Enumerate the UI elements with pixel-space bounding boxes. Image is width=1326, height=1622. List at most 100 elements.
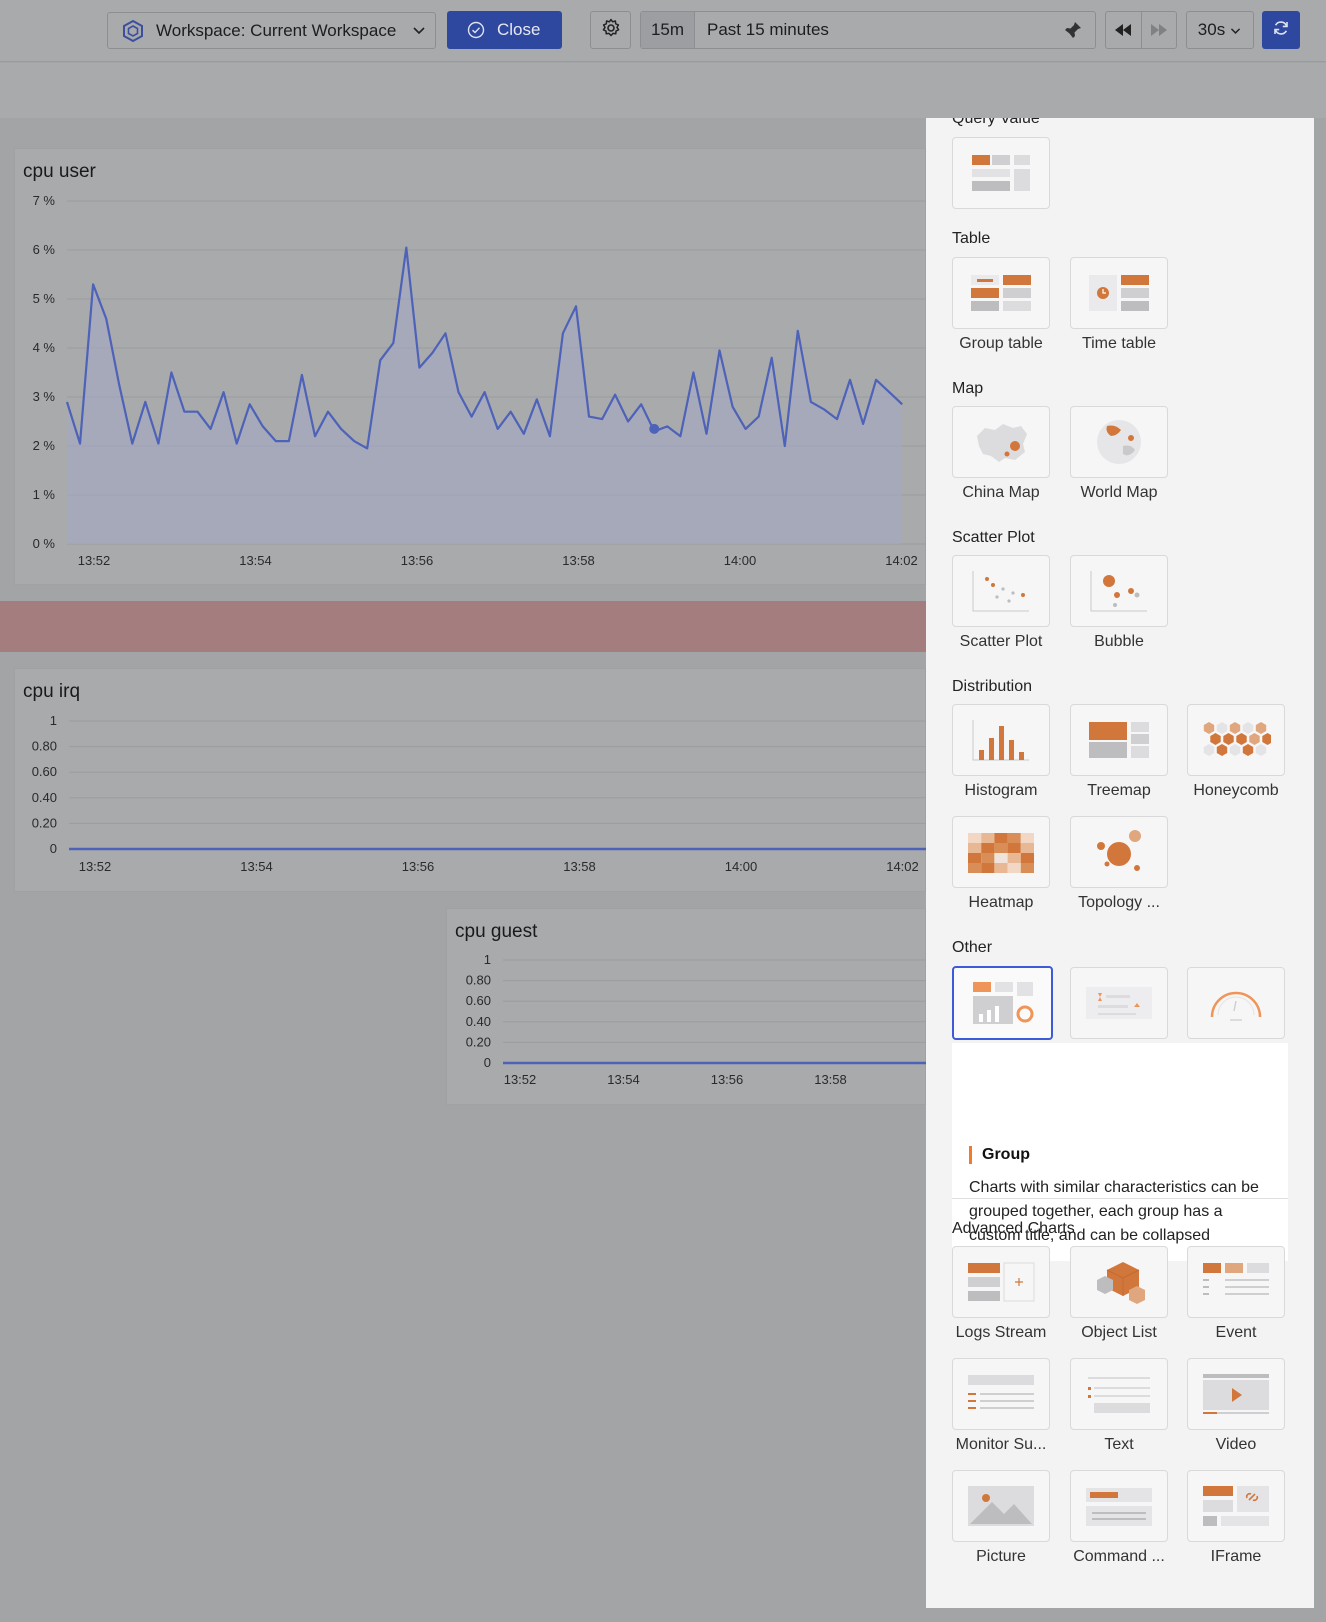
y-tick-label: 0 % (33, 536, 56, 551)
x-tick-label: 14:00 (724, 553, 757, 568)
chart-card-cpu-guest[interactable]: 10.800.600.400.20013:5213:5413:5613:5814… (446, 908, 927, 1105)
honeycomb-cell (1216, 744, 1228, 756)
honeycomb-thumbnail-icon (1203, 722, 1271, 756)
tile-time-table[interactable] (1070, 257, 1168, 329)
refresh-button[interactable] (1262, 11, 1300, 49)
tooltip-title: Group (969, 1146, 1030, 1164)
settings-button[interactable] (590, 11, 631, 49)
tile-honeycomb[interactable] (1187, 704, 1285, 776)
tile-text[interactable] (1070, 1358, 1168, 1430)
histogram-thumbnail-icon (972, 720, 1029, 761)
refresh-interval-select[interactable]: 30s (1186, 11, 1254, 49)
time-range-picker[interactable]: 15m Past 15 minutes (640, 11, 1096, 49)
tile-topology[interactable] (1070, 816, 1168, 888)
heatmap-cell (994, 843, 1008, 853)
tile-treemap[interactable] (1070, 704, 1168, 776)
bubble-thumbnail-icon (1090, 571, 1147, 612)
y-tick-label: 0 (50, 841, 57, 856)
workspace-select[interactable]: Workspace: Current Workspace (107, 12, 436, 49)
honeycomb-cell (1249, 733, 1260, 745)
tile-histogram[interactable] (952, 704, 1050, 776)
chart-card-cpu-user[interactable]: 7 % 6 % 5 % 4 % 3 % 2 % 1 % 0 % 13:52 13:54 13:56 1… (14, 148, 927, 585)
tile-bubble[interactable] (1070, 555, 1168, 627)
tile-china-map[interactable] (952, 406, 1050, 478)
heatmap-cell (1020, 833, 1034, 843)
tile-single-stat[interactable] (1070, 967, 1168, 1039)
honeycomb-cell (1223, 733, 1234, 745)
forward-icon[interactable] (1142, 12, 1177, 48)
y-tick-label: 5 % (33, 291, 56, 306)
x-tick-label: 13:58 (563, 859, 596, 874)
tile-label: Group table (959, 335, 1043, 352)
tile-event[interactable] (1187, 1246, 1285, 1318)
tile-monitor[interactable] (952, 1358, 1050, 1430)
tile-video[interactable] (1187, 1358, 1285, 1430)
tile-group-table[interactable] (952, 257, 1050, 329)
x-tick-label: 13:56 (711, 1072, 744, 1087)
y-tick-label: 1 (50, 713, 57, 728)
honeycomb-cell (1255, 722, 1267, 734)
section-title-table: Table (952, 230, 991, 247)
tile-scatter-plot[interactable] (952, 555, 1050, 627)
honeycomb-cell (1210, 733, 1221, 745)
honeycomb-cell (1255, 744, 1267, 756)
honeycomb-cell (1242, 722, 1254, 734)
x-tick-label: 13:58 (814, 1072, 847, 1087)
chevron-down-icon (411, 22, 427, 43)
tile-group[interactable] (952, 966, 1053, 1040)
x-tick-label: 13:52 (78, 553, 111, 568)
heatmap-cell (981, 863, 995, 873)
heatmap-thumbnail-icon (968, 833, 1034, 873)
tile-gauge[interactable] (1187, 967, 1285, 1039)
heatmap-cell (981, 843, 995, 853)
tile-label: Logs Stream (955, 1324, 1047, 1341)
command-thumbnail-icon (1086, 1488, 1152, 1526)
hover-point[interactable] (649, 423, 660, 434)
x-tick-label: 13:52 (79, 859, 112, 874)
tile-label: World Map (1080, 484, 1158, 501)
heatmap-cell (994, 863, 1008, 873)
tile-logs-stream[interactable] (952, 1246, 1050, 1318)
tile-iframe[interactable] (1187, 1470, 1285, 1542)
tile-label: IFrame (1210, 1548, 1262, 1565)
honeycomb-cell (1229, 722, 1241, 734)
y-tick-label: 0.60 (32, 764, 57, 779)
close-button[interactable]: Close (447, 11, 562, 49)
tile-query-value[interactable] (952, 137, 1050, 209)
chart-card-cpu-irq[interactable]: 1 0.80 0.60 0.40 0.20 0 13:52 13:54 13:56 13:58 14… (14, 668, 927, 892)
tile-object-list[interactable] (1070, 1246, 1168, 1318)
china-map-thumbnail-icon (977, 424, 1027, 462)
heatmap-cell (1020, 843, 1034, 853)
tile-world-map[interactable] (1070, 406, 1168, 478)
x-tick-label: 13:54 (607, 1072, 640, 1087)
y-tick-label: 0.20 (32, 815, 57, 830)
heatmap-cell (1020, 863, 1034, 873)
tile-heatmap[interactable] (952, 816, 1050, 888)
event-thumbnail-icon (1203, 1263, 1269, 1295)
heatmap-cell (1007, 843, 1021, 853)
section-title-other: Other (952, 939, 993, 956)
y-tick-label: 0.40 (32, 790, 57, 805)
tile-label: Video (1215, 1436, 1257, 1453)
rewind-icon[interactable] (1106, 12, 1142, 48)
query-value-thumbnail-icon (972, 155, 1030, 191)
tile-label: Text (1104, 1436, 1134, 1453)
group-table-thumbnail-icon (971, 275, 1031, 311)
heatmap-cell (1007, 853, 1021, 863)
line-chart-cpu-user: 7 % 6 % 5 % 4 % 3 % 2 % 1 % 0 % 13:52 13:54 13:56 1… (33, 193, 927, 568)
x-tick-label: 13:52 (504, 1072, 537, 1087)
topology-thumbnail-icon (1097, 830, 1141, 871)
tile-picture[interactable] (952, 1470, 1050, 1542)
heatmap-cell (968, 843, 982, 853)
pin-icon[interactable] (1063, 20, 1083, 45)
tile-label: Topology ... (1078, 894, 1160, 911)
video-thumbnail-icon (1203, 1374, 1269, 1414)
section-title-distribution: Distribution (952, 678, 1033, 695)
tile-label: Picture (976, 1548, 1026, 1565)
tile-label: China Map (962, 484, 1040, 501)
honeycomb-cell (1262, 733, 1271, 745)
heatmap-cell (1007, 863, 1021, 873)
tile-command[interactable] (1070, 1470, 1168, 1542)
x-tick-label: 13:56 (402, 859, 435, 874)
x-tick-label: 14:02 (886, 859, 919, 874)
